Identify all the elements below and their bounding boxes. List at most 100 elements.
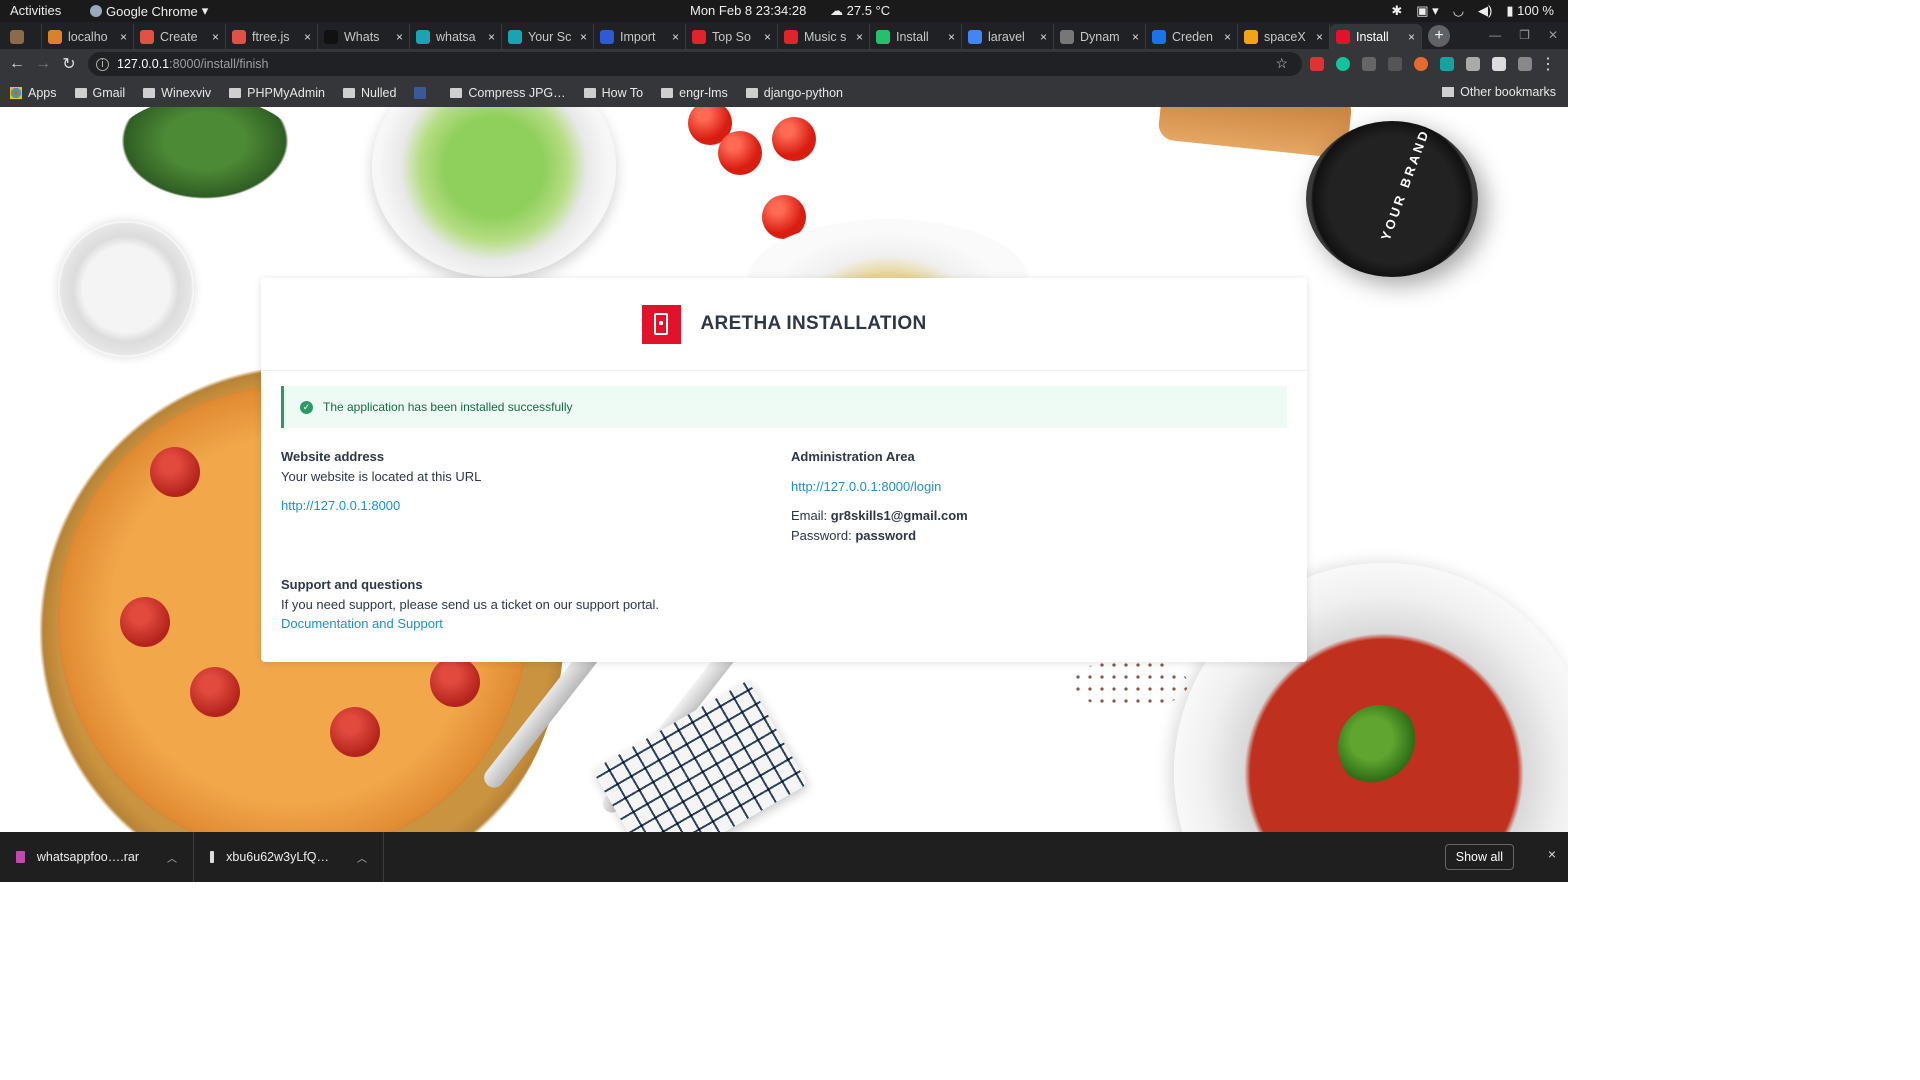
tab-close-icon[interactable]: × [120, 30, 127, 44]
tab-close-icon[interactable]: × [672, 30, 679, 44]
check-circle-icon: ✓ [300, 400, 313, 414]
admin-email-row: Email: gr8skills1@gmail.com [791, 506, 1271, 526]
extension-icon[interactable] [1414, 57, 1428, 71]
download-item[interactable]: whatsappfoo….rar ︿ [0, 832, 194, 882]
browser-tab[interactable]: Create × [134, 24, 226, 49]
aretha-logo-icon [641, 304, 681, 344]
extension-icon[interactable] [1362, 57, 1376, 71]
browser-tab[interactable]: Install × [1330, 24, 1422, 49]
tab-close-icon[interactable]: × [948, 30, 955, 44]
tab-favicon-icon [784, 29, 798, 44]
download-item[interactable]: xbu6u62w3yLfQ… ︿ [194, 832, 384, 882]
weather-temp: 27.5 °C [846, 3, 891, 18]
tab-favicon-icon [416, 29, 430, 44]
profile-icon[interactable] [1518, 57, 1532, 71]
chevron-up-icon[interactable]: ︿ [167, 850, 177, 865]
browser-tab[interactable] [4, 24, 42, 49]
app-name: Google Chrome [106, 3, 198, 19]
bookmark-item[interactable]: Compress JPG… [450, 86, 566, 100]
close-window-icon[interactable]: ✕ [1548, 28, 1558, 42]
bookmark-star-icon[interactable]: ☆ [1275, 55, 1288, 72]
tab-close-icon[interactable]: × [1132, 30, 1139, 44]
bookmark-label: Gmail [92, 86, 126, 100]
new-tab-button[interactable]: + [1428, 25, 1450, 47]
tab-close-icon[interactable]: × [1408, 30, 1415, 44]
browser-tab[interactable]: ftree.js × [226, 24, 318, 49]
tab-close-icon[interactable]: × [580, 30, 587, 44]
chevron-up-icon[interactable]: ︿ [357, 850, 367, 865]
bookmark-folder-icon [661, 88, 674, 98]
show-all-button[interactable]: Show all [1444, 844, 1514, 870]
tab-favicon-icon [508, 29, 522, 44]
weather-indicator[interactable]: ☁ 27.5 °C [830, 3, 890, 19]
tab-strip: localho × Create × ftree.js × Whats × whatsa × You… [0, 22, 1568, 49]
browser-tab[interactable]: laravel × [962, 24, 1054, 49]
browser-tab[interactable]: Whats × [318, 24, 410, 49]
minimize-icon[interactable]: — [1489, 28, 1501, 42]
browser-tab[interactable]: whatsa × [410, 24, 502, 49]
admin-password: password [855, 527, 917, 543]
documentation-link[interactable]: Documentation and Support [281, 616, 443, 631]
bookmark-item[interactable] [414, 87, 432, 99]
other-bookmarks[interactable]: Other bookmarks [1442, 85, 1556, 99]
bookmark-folder-icon [143, 88, 156, 98]
bookmark-item[interactable]: Winexviv [143, 86, 211, 100]
downloads-shelf: whatsappfoo….rar ︿ xbu6u62w3yLfQ… ︿ Show all… [0, 832, 1568, 882]
bookmark-item[interactable]: How To [583, 86, 643, 100]
tab-close-icon[interactable]: × [856, 30, 863, 44]
activities-button[interactable]: Activities [10, 3, 61, 18]
browser-tab[interactable]: localho × [42, 24, 134, 49]
browser-tab[interactable]: Import × [594, 24, 686, 49]
system-tray[interactable]: ✱ ▣ ▾ ◡ ◀) ▮ 100 % [1391, 3, 1554, 19]
forward-button[interactable]: → [30, 55, 56, 73]
tab-close-icon[interactable]: × [1040, 30, 1047, 44]
admin-login-link[interactable]: http://127.0.0.1:8000/login [791, 479, 941, 494]
bookmark-item[interactable]: Gmail [74, 86, 126, 100]
browser-tab[interactable]: Dynam × [1054, 24, 1146, 49]
tab-label: Install [1356, 29, 1389, 44]
battery-percent: 100 % [1517, 3, 1554, 18]
tab-close-icon[interactable]: × [1224, 30, 1231, 44]
bookmark-item[interactable]: django-python [745, 86, 843, 100]
app-menu[interactable]: Google Chrome ▾ [90, 3, 208, 19]
bookmark-item[interactable]: Apps [10, 86, 57, 100]
clock[interactable]: Mon Feb 8 23:34:28 [690, 3, 806, 18]
browser-tab[interactable]: Creden × [1146, 24, 1238, 49]
bookmark-item[interactable]: Nulled [342, 86, 396, 100]
extension-icon[interactable] [1388, 57, 1402, 71]
bookmark-item[interactable]: engr-lms [661, 86, 728, 100]
chrome-menu-icon[interactable]: ⋮ [1540, 54, 1556, 74]
tab-close-icon[interactable]: × [488, 30, 495, 44]
bookmark-folder-icon [583, 88, 596, 98]
close-shelf-icon[interactable]: × [1548, 846, 1556, 862]
tab-close-icon[interactable]: × [764, 30, 771, 44]
browser-tab[interactable]: spaceX × [1238, 24, 1330, 49]
support-text: If you need support, please send us a ti… [281, 596, 659, 612]
tab-close-icon[interactable]: × [304, 30, 311, 44]
address-bar[interactable]: i 127.0.0.1:8000/install/finish ☆ [88, 52, 1302, 76]
browser-tab[interactable]: Music s × [778, 24, 870, 49]
browser-tab[interactable]: Top So × [686, 24, 778, 49]
camera-icon[interactable] [1466, 57, 1480, 71]
extension-icon[interactable] [1440, 57, 1454, 71]
support-section: Support and questions If you need suppor… [281, 575, 981, 634]
puzzle-icon[interactable] [1492, 57, 1506, 71]
tab-favicon-icon [140, 29, 154, 44]
tab-favicon-icon [692, 29, 706, 44]
website-link[interactable]: http://127.0.0.1:8000 [281, 498, 400, 513]
back-button[interactable]: ← [4, 55, 30, 73]
bookmark-label: engr-lms [679, 86, 728, 100]
tab-close-icon[interactable]: × [212, 30, 219, 44]
bookmark-label: Compress JPG… [468, 86, 566, 100]
bookmark-item[interactable]: PHPMyAdmin [229, 86, 325, 100]
url-host: 127.0.0.1 [117, 57, 170, 71]
tab-close-icon[interactable]: × [396, 30, 403, 44]
site-info-icon[interactable]: i [96, 57, 109, 71]
extension-icon[interactable] [1310, 57, 1324, 71]
grammarly-icon[interactable] [1336, 57, 1350, 71]
browser-tab[interactable]: Your Sc × [502, 24, 594, 49]
maximize-icon[interactable]: ❐ [1519, 28, 1530, 42]
tab-close-icon[interactable]: × [1316, 30, 1323, 44]
reload-button[interactable]: ↻ [56, 54, 82, 74]
browser-tab[interactable]: Install × [870, 24, 962, 49]
